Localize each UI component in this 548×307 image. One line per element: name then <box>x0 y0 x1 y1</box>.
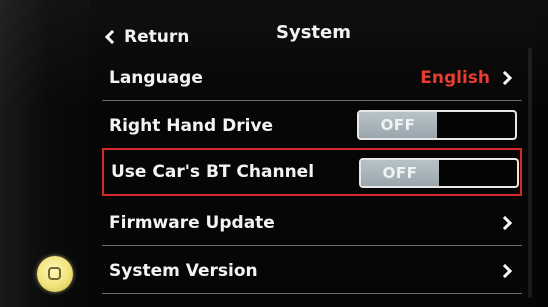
left-bezel <box>0 0 90 307</box>
chevron-left-icon <box>104 29 120 45</box>
screen-header: Return System <box>90 8 536 60</box>
chevron-right-icon <box>497 215 513 230</box>
right-hand-drive-label: Right Hand Drive <box>109 115 274 136</box>
toggle-knob: OFF <box>359 112 437 138</box>
home-button-icon[interactable] <box>37 256 73 292</box>
settings-row-language[interactable]: Language English <box>102 55 522 101</box>
language-value: English <box>420 67 490 88</box>
settings-row-firmware-update[interactable]: Firmware Update <box>102 200 522 246</box>
firmware-update-label: Firmware Update <box>109 212 275 233</box>
scrollbar[interactable] <box>528 48 532 298</box>
system-version-label: System Version <box>109 260 258 281</box>
home-square-icon <box>48 267 61 280</box>
settings-row-system-version[interactable]: System Version <box>102 248 522 294</box>
chevron-right-icon <box>497 263 513 278</box>
settings-row-right-hand-drive: Right Hand Drive OFF <box>102 103 522 149</box>
settings-row-use-cars-bt-channel: Use Car's BT Channel OFF <box>102 148 522 196</box>
return-label: Return <box>124 27 190 47</box>
right-hand-drive-toggle[interactable]: OFF <box>357 110 517 140</box>
toggle-knob: OFF <box>361 160 439 186</box>
head-unit-display: Return System Language English Right Han… <box>0 0 548 307</box>
language-label: Language <box>109 67 203 88</box>
page-title: System <box>276 22 351 43</box>
chevron-right-icon <box>497 70 513 85</box>
use-cars-bt-channel-label: Use Car's BT Channel <box>111 162 315 182</box>
use-cars-bt-channel-toggle[interactable]: OFF <box>359 158 519 188</box>
return-button[interactable]: Return <box>104 24 189 50</box>
system-settings-screen: Return System Language English Right Han… <box>90 8 536 307</box>
